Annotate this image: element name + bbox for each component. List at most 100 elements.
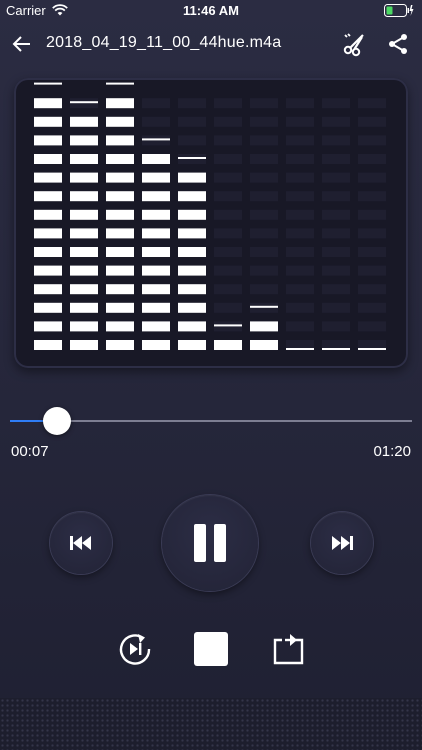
eq-segment-lit: [34, 172, 62, 183]
eq-segment-lit: [106, 135, 134, 146]
eq-segment-dim: [286, 228, 314, 239]
eq-segment-dim: [286, 209, 314, 220]
eq-segment-dim: [322, 209, 350, 220]
back-arrow-icon[interactable]: [10, 32, 34, 56]
eq-segment-lit: [34, 116, 62, 127]
eq-segment-lit: [70, 172, 98, 183]
eq-segment-lit: [106, 302, 134, 313]
eq-segment-lit: [178, 191, 206, 202]
scissors-icon[interactable]: [342, 31, 368, 57]
eq-peak-cap: [286, 348, 314, 350]
eq-segment-dim: [214, 284, 242, 295]
eq-segment-lit: [106, 98, 134, 109]
eq-segment-dim: [358, 228, 386, 239]
eq-segment-dim: [250, 247, 278, 257]
eq-segment-dim: [358, 321, 386, 332]
eq-segment-lit: [70, 135, 98, 146]
eq-segment-lit: [34, 247, 62, 257]
eq-segment-lit: [106, 228, 134, 239]
eq-segment-lit: [142, 340, 170, 350]
status-time: 11:46 AM: [183, 3, 239, 18]
eq-segment-lit: [70, 116, 98, 127]
eq-segment-lit: [142, 228, 170, 239]
eq-segment-lit: [106, 284, 134, 295]
eq-segment-dim: [214, 302, 242, 313]
pause-button[interactable]: [162, 495, 258, 591]
pause-icon: [194, 524, 226, 562]
loop-icon[interactable]: [270, 630, 308, 668]
share-icon[interactable]: [386, 32, 410, 56]
eq-segment-lit: [106, 265, 134, 276]
eq-segment-dim: [358, 135, 386, 146]
eq-segment-dim: [214, 265, 242, 276]
eq-segment-dim: [286, 302, 314, 313]
eq-segment-dim: [178, 116, 206, 127]
eq-segment-lit: [250, 340, 278, 350]
skip-next-button[interactable]: [311, 512, 373, 574]
eq-segment-dim: [322, 247, 350, 257]
eq-segment-dim: [358, 265, 386, 276]
eq-segment-dim: [142, 116, 170, 127]
eq-segment-dim: [250, 209, 278, 220]
eq-segment-dim: [214, 135, 242, 146]
eq-segment-lit: [106, 116, 134, 127]
battery-icon: [384, 4, 414, 17]
eq-segment-lit: [70, 228, 98, 239]
eq-segment-dim: [358, 247, 386, 257]
eq-segment-lit: [178, 247, 206, 257]
eq-segment-lit: [34, 209, 62, 220]
eq-segment-dim: [250, 116, 278, 127]
eq-segment-lit: [142, 247, 170, 257]
stop-button[interactable]: [194, 632, 228, 666]
eq-segment-dim: [358, 116, 386, 127]
eq-segment-dim: [178, 135, 206, 146]
eq-segment-lit: [178, 284, 206, 295]
eq-segment-lit: [70, 247, 98, 257]
eq-peak-cap: [178, 157, 206, 159]
seek-bar[interactable]: [10, 405, 412, 437]
eq-segment-lit: [178, 321, 206, 332]
eq-segment-dim: [286, 191, 314, 202]
eq-segment-dim: [250, 135, 278, 146]
eq-segment-dim: [142, 98, 170, 109]
eq-segment-lit: [142, 191, 170, 202]
eq-segment-dim: [214, 247, 242, 257]
eq-segment-dim: [322, 116, 350, 127]
audio-visualizer: [14, 78, 408, 368]
eq-segment-lit: [178, 228, 206, 239]
eq-segment-dim: [358, 302, 386, 313]
eq-segment-lit: [106, 191, 134, 202]
eq-segment-lit: [178, 302, 206, 313]
eq-segment-lit: [142, 284, 170, 295]
eq-segment-dim: [178, 98, 206, 109]
eq-segment-lit: [106, 321, 134, 332]
replay-icon[interactable]: [116, 630, 154, 668]
eq-segment-dim: [322, 284, 350, 295]
total-time: 01:20: [373, 443, 411, 460]
eq-segment-dim: [358, 154, 386, 164]
eq-peak-cap: [70, 101, 98, 104]
skip-previous-button[interactable]: [50, 512, 112, 574]
eq-segment-dim: [214, 191, 242, 202]
eq-segment-lit: [70, 302, 98, 313]
eq-peak-cap: [322, 348, 350, 350]
eq-segment-lit: [34, 191, 62, 202]
eq-segment-lit: [34, 135, 62, 146]
equalizer-bars: [34, 82, 386, 350]
eq-segment-dim: [322, 98, 350, 109]
eq-segment-lit: [34, 321, 62, 332]
eq-segment-dim: [322, 172, 350, 183]
eq-segment-dim: [358, 209, 386, 220]
eq-segment-dim: [214, 209, 242, 220]
eq-segment-dim: [286, 98, 314, 109]
eq-segment-lit: [250, 321, 278, 332]
eq-segment-lit: [178, 340, 206, 350]
eq-segment-lit: [106, 247, 134, 257]
eq-segment-dim: [286, 284, 314, 295]
eq-segment-lit: [34, 340, 62, 350]
eq-segment-dim: [250, 284, 278, 295]
eq-segment-lit: [70, 154, 98, 164]
eq-segment-lit: [106, 172, 134, 183]
eq-segment-lit: [142, 302, 170, 313]
seek-thumb[interactable]: [43, 407, 72, 435]
